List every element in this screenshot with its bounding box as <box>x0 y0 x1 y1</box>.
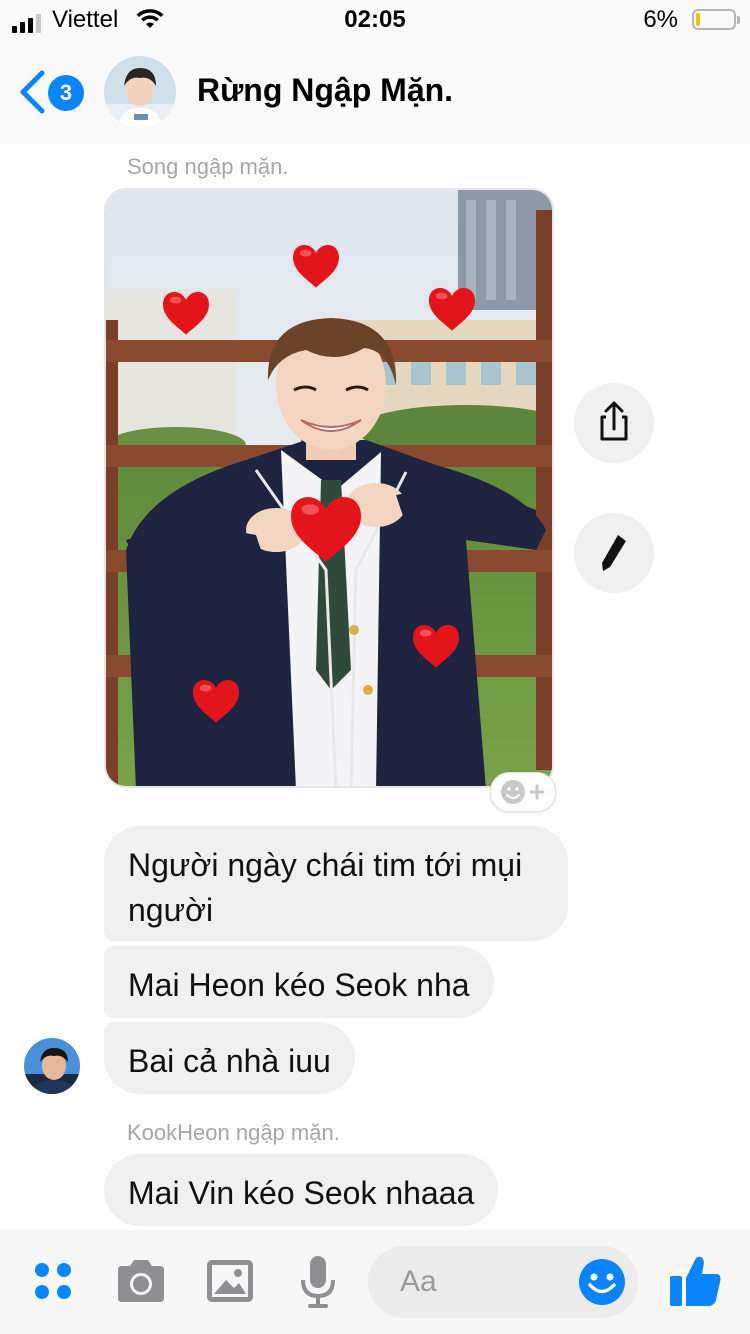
add-reaction-button[interactable] <box>490 772 556 812</box>
thumbs-up-icon[interactable] <box>668 1252 722 1308</box>
pencil-icon <box>602 535 626 571</box>
battery-percent: 6% <box>643 6 678 33</box>
status-bar: Viettel 02:05 6% <box>0 0 750 40</box>
message-bubble[interactable]: Người ngày chái tim tới mụi người <box>104 826 568 941</box>
battery-icon <box>692 9 740 30</box>
message-bubble[interactable]: Mai Heon kéo Seok nha <box>104 946 494 1018</box>
sender-name: KookHeon ngập mặn. <box>127 1120 340 1145</box>
composer-bar: Aa <box>0 1230 750 1334</box>
apps-icon[interactable] <box>30 1258 78 1306</box>
clock: 02:05 <box>344 6 406 33</box>
message-input[interactable]: Aa <box>368 1246 638 1318</box>
share-icon <box>600 401 628 441</box>
microphone-icon[interactable] <box>298 1254 338 1310</box>
message-bubble[interactable]: Mai Vin kéo Seok nhaaa <box>104 1154 499 1226</box>
emoji-icon[interactable] <box>578 1258 626 1306</box>
share-button[interactable] <box>574 383 654 463</box>
message-input-placeholder: Aa <box>400 1265 437 1298</box>
photo-message[interactable] <box>104 188 554 788</box>
group-avatar[interactable] <box>104 56 176 128</box>
chat-title[interactable]: Rừng Ngập Mặn. <box>197 72 453 109</box>
chat-header: 3 Rừng Ngập Mặn. <box>0 40 750 144</box>
camera-icon[interactable] <box>114 1256 168 1306</box>
gallery-icon[interactable] <box>204 1256 256 1306</box>
chevron-left-icon[interactable] <box>18 70 46 114</box>
message-bubble[interactable]: Bai cả nhà iuu <box>104 1022 355 1094</box>
sender-avatar[interactable] <box>24 1038 80 1094</box>
sender-name: Song ngập mặn. <box>127 154 289 179</box>
edit-button[interactable] <box>574 513 654 593</box>
unread-badge[interactable]: 3 <box>48 75 84 111</box>
